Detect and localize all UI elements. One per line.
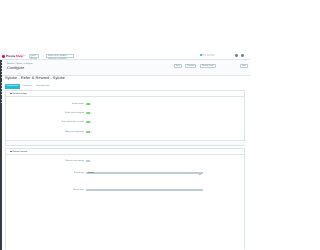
setting-label: Enable referral program bbox=[65, 112, 84, 114]
tab-documentation[interactable]: Documentation bbox=[35, 84, 51, 89]
setting-label: Show referral link in account bbox=[61, 121, 84, 123]
setting-row: Enable referral program YES bbox=[6, 111, 246, 115]
sidebar-advanced-parameters-icon[interactable] bbox=[0, 102, 2, 104]
minimum-amount-input[interactable] bbox=[86, 159, 90, 163]
sidebar-international-icon[interactable] bbox=[0, 94, 2, 96]
general-settings-header: General settings bbox=[6, 91, 244, 97]
setting-label: Minimum order amount bbox=[65, 160, 84, 162]
translate-button[interactable]: Translate bbox=[185, 64, 197, 68]
employee-avatar-icon[interactable] bbox=[241, 54, 244, 58]
setting-row: Minimum order amount bbox=[6, 159, 246, 163]
sidebar-stats-icon[interactable] bbox=[0, 77, 2, 79]
module-tabs: Configuration Customers Documentation bbox=[5, 84, 52, 89]
setting-row: Reward value bbox=[6, 188, 246, 192]
setting-row: Allow guest registration YES bbox=[6, 130, 246, 134]
admin-sidebar bbox=[0, 60, 2, 250]
sidebar-shop-parameters-icon[interactable] bbox=[0, 99, 2, 101]
brand-logo[interactable]: Presta Shop bbox=[2, 54, 23, 58]
version-label: 1.7.x bbox=[21, 54, 26, 57]
view-shop-label: View my shop bbox=[202, 54, 215, 57]
page-header: Modules / Sylobe / Configure Configure B… bbox=[2, 60, 250, 76]
quick-access-dropdown[interactable]: Quick Access bbox=[29, 54, 39, 60]
notifications-icon[interactable] bbox=[235, 54, 238, 58]
switch-knob bbox=[89, 112, 92, 114]
general-settings-title: General settings bbox=[12, 92, 28, 95]
setting-label: Enable module bbox=[72, 103, 84, 105]
tab-configuration[interactable]: Configuration bbox=[5, 84, 20, 89]
setting-row: Enable module YES bbox=[6, 102, 246, 106]
brand-name-prefix: Presta bbox=[6, 54, 16, 58]
setting-row: Reward type Voucher bbox=[6, 171, 246, 175]
referral-rewards-panel: Referral rewards Minimum order amount Re… bbox=[5, 148, 245, 250]
reward-value-input[interactable] bbox=[86, 188, 203, 192]
general-settings-panel: General settings Enable module YES Enabl… bbox=[5, 90, 246, 146]
sidebar-design-icon[interactable] bbox=[0, 85, 2, 87]
back-button[interactable]: Back bbox=[174, 64, 182, 68]
sidebar-payment-icon[interactable] bbox=[0, 91, 2, 93]
referral-rewards-title: Referral rewards bbox=[12, 150, 28, 153]
switch-knob bbox=[89, 131, 92, 133]
setting-row: Show referral link in account YES bbox=[6, 120, 246, 124]
module-title: Sylobe - Refer & Reward - Sylobe bbox=[5, 75, 66, 80]
enable-module-switch[interactable]: YES bbox=[86, 102, 92, 106]
switch-knob bbox=[89, 103, 92, 105]
sidebar-modules-icon[interactable] bbox=[0, 82, 2, 84]
search-input[interactable]: Search (e.g.: product reference, custome… bbox=[46, 54, 74, 60]
setting-label: Reward value bbox=[73, 189, 84, 191]
setting-label: Reward type bbox=[73, 172, 84, 174]
guest-registration-switch[interactable]: YES bbox=[86, 130, 92, 134]
page-title: Configure bbox=[7, 64, 25, 70]
switch-knob bbox=[89, 121, 92, 123]
enable-referral-switch[interactable]: YES bbox=[86, 111, 92, 115]
top-navigation-bar: Presta Shop 1.7.x Quick Access Search (e… bbox=[0, 52, 250, 60]
reward-type-select[interactable]: Voucher bbox=[86, 171, 203, 175]
show-link-switch[interactable]: YES bbox=[86, 120, 92, 124]
manage-hooks-button[interactable]: Manage hooks bbox=[200, 64, 216, 68]
referral-rewards-header: Referral rewards bbox=[6, 149, 244, 155]
sidebar-shipping-icon[interactable] bbox=[0, 88, 2, 90]
gift-icon bbox=[10, 150, 12, 153]
brand-mark-icon bbox=[2, 54, 5, 58]
view-shop-link[interactable]: View my shop bbox=[200, 54, 214, 57]
help-button[interactable]: Help bbox=[240, 64, 248, 68]
panel-footer bbox=[6, 140, 246, 145]
setting-label: Allow guest registration bbox=[65, 131, 84, 133]
tab-customers[interactable]: Customers bbox=[21, 84, 34, 89]
settings-icon bbox=[10, 92, 12, 95]
